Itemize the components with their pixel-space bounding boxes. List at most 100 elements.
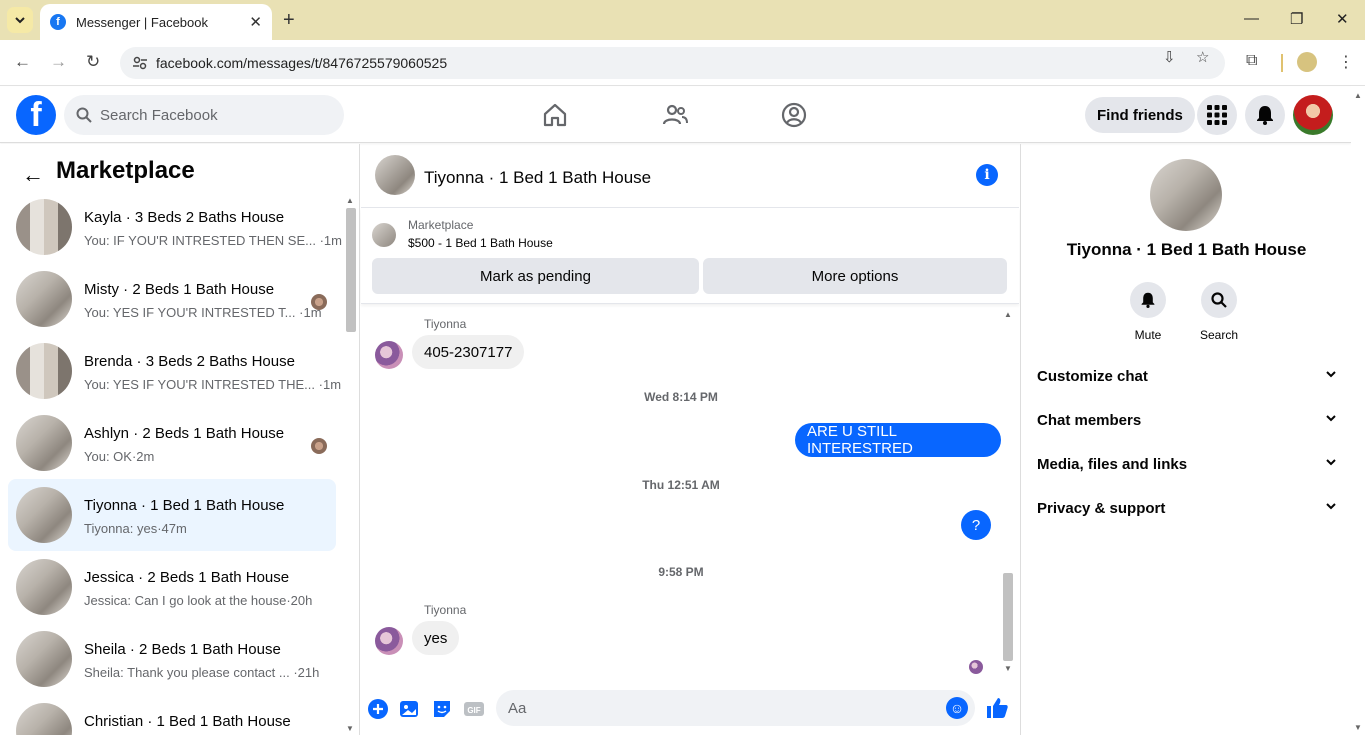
search-label: Search [1199,328,1239,342]
listing-thumbnail [16,631,72,687]
message-scrollbar[interactable]: ▲ ▼ [1001,306,1015,676]
conversation-item[interactable]: Misty · 2 Beds 1 Bath House You: YES IF … [8,263,336,335]
site-info-icon[interactable] [132,55,148,71]
reload-icon[interactable]: ↻ [86,52,100,72]
conversation-list-scrollbar[interactable]: ▲ ▼ [344,192,358,735]
facebook-search-input[interactable]: Search Facebook [64,95,344,135]
mute-button[interactable]: Mute [1118,282,1178,342]
conversation-item[interactable]: Jessica · 2 Beds 1 Bath House Jessica: C… [8,551,336,623]
url-text: facebook.com/messages/t/8476725579060525 [156,55,448,71]
marketplace-conversation-pane: ← Marketplace Kayla · 3 Beds 2 Baths Hou… [0,144,360,735]
notifications-button[interactable] [1245,95,1285,135]
chat-members-section[interactable]: Chat members [1037,400,1337,440]
back-icon[interactable]: ← [14,52,31,72]
conversation-item-active[interactable]: Tiyonna · 1 Bed 1 Bath House Tiyonna: ye… [8,479,336,551]
conversation-item[interactable]: Brenda · 3 Beds 2 Baths House You: YES I… [8,335,341,407]
chat-title[interactable]: Tiyonna · 1 Bed 1 Bath House [424,168,651,188]
scroll-up-icon[interactable]: ▲ [1354,91,1362,100]
address-bar[interactable]: facebook.com/messages/t/8476725579060525 [120,47,1225,79]
message-thread: Tiyonna 405-2307177 Wed 8:14 PM ARE U ST… [361,306,1001,676]
outgoing-message[interactable]: ARE U STILL INTERESTRED [795,423,1001,457]
facebook-logo-icon[interactable]: f [16,95,56,135]
bookmark-star-icon[interactable]: ☆ [1196,48,1209,66]
privacy-support-section[interactable]: Privacy & support [1037,488,1337,528]
outgoing-message[interactable]: ? [961,510,991,540]
chat-avatar[interactable] [375,155,415,195]
tab-search-button[interactable] [7,7,33,33]
contact-avatar[interactable] [1150,159,1222,231]
scroll-down-icon[interactable]: ▼ [346,724,354,733]
incoming-message[interactable]: yes [412,621,460,655]
page-scrollbar[interactable]: ▲ ▼ [1351,87,1365,735]
timestamp: Thu 12:51 AM [642,478,720,492]
forward-icon[interactable]: → [50,52,67,72]
more-options-button[interactable]: More options [703,258,1007,294]
browser-tab-bar: f Messenger | Facebook ✕ + — ❐ ✕ [0,0,1365,40]
emoji-icon[interactable]: ☺ [946,697,968,719]
scroll-down-icon[interactable]: ▼ [1354,723,1362,732]
pane-title: Marketplace [56,157,195,184]
minimize-icon[interactable]: — [1244,10,1259,27]
new-tab-icon[interactable]: + [283,9,295,32]
toolbar-separator [1281,54,1283,72]
sticker-icon[interactable] [431,698,453,720]
extensions-icon[interactable]: ⧉ [1246,52,1257,70]
scrollbar-thumb[interactable] [346,208,356,332]
conversation-name: Misty · 2 Beds 1 Bath House [84,281,275,298]
chevron-down-icon [1326,503,1336,510]
svg-text:GIF: GIF [467,706,480,715]
plus-icon[interactable] [367,698,389,720]
back-arrow-icon[interactable]: ← [22,162,44,188]
photo-icon[interactable] [399,698,421,720]
incoming-message[interactable]: 405-2307177 [412,335,525,369]
find-friends-button[interactable]: Find friends [1085,97,1195,133]
search-in-chat-button[interactable]: Search [1189,282,1249,342]
sender-avatar[interactable] [375,341,403,369]
browser-tab[interactable]: f Messenger | Facebook ✕ [40,4,272,40]
close-window-icon[interactable]: ✕ [1336,10,1349,28]
scroll-up-icon[interactable]: ▲ [346,196,354,205]
media-files-links-section[interactable]: Media, files and links [1037,444,1337,484]
message-input[interactable]: Aa ☺ [496,690,975,726]
home-icon[interactable] [541,101,569,129]
chevron-down-icon [1326,415,1336,422]
menu-button[interactable] [1197,95,1237,135]
install-app-icon[interactable]: ⇩ [1163,48,1176,66]
contact-name: Tiyonna · 1 Bed 1 Bath House [1066,240,1307,259]
maximize-icon[interactable]: ❐ [1290,10,1303,28]
conversation-item[interactable]: Kayla · 3 Beds 2 Baths House You: IF YOU… [8,191,342,263]
bell-icon [1141,292,1155,308]
sender-avatar[interactable] [375,627,403,655]
conversation-item[interactable]: Ashlyn · 2 Beds 1 Bath House You: OK·2m [8,407,336,479]
chat-header: Tiyonna · 1 Bed 1 Bath House i [361,144,1019,208]
scroll-down-icon[interactable]: ▼ [1004,664,1012,673]
listing-price[interactable]: $500 - 1 Bed 1 Bath House [408,236,553,250]
timestamp: 9:58 PM [658,565,704,579]
facebook-header: f Search Facebook Find friends [0,87,1351,143]
conversation-preview: You: YES IF YOU'R INTRESTED T... ·1m [84,305,322,320]
timestamp: Wed 8:14 PM [644,390,718,404]
gif-icon[interactable]: GIF [463,698,485,720]
browser-profile-icon[interactable] [1297,52,1317,72]
chat-panel: Tiyonna · 1 Bed 1 Bath House i Marketpla… [361,144,1019,735]
profile-icon[interactable] [780,101,808,129]
info-icon[interactable]: i [976,164,998,186]
conversation-name: Kayla · 3 Beds 2 Baths House [84,209,285,226]
thumbs-up-icon[interactable] [985,696,1009,720]
customize-chat-section[interactable]: Customize chat [1037,356,1337,396]
conversation-item[interactable]: Christian · 1 Bed 1 Bath House [8,695,336,735]
sender-name: Tiyonna [424,603,467,617]
listing-thumbnail[interactable] [372,223,396,247]
scrollbar-thumb[interactable] [1003,573,1013,661]
conversation-preview: You: OK·2m [84,449,155,464]
conversation-item[interactable]: Sheila · 2 Beds 1 Bath House Sheila: Tha… [8,623,336,695]
mark-as-pending-button[interactable]: Mark as pending [372,258,699,294]
listing-thumbnail [16,415,72,471]
grid-menu-icon [1207,105,1227,125]
friends-icon[interactable] [661,101,689,129]
search-icon [76,107,92,123]
account-avatar[interactable] [1293,95,1333,135]
scroll-up-icon[interactable]: ▲ [1004,310,1012,319]
close-tab-icon[interactable]: ✕ [249,13,262,31]
browser-menu-icon[interactable]: ⋮ [1338,52,1354,72]
